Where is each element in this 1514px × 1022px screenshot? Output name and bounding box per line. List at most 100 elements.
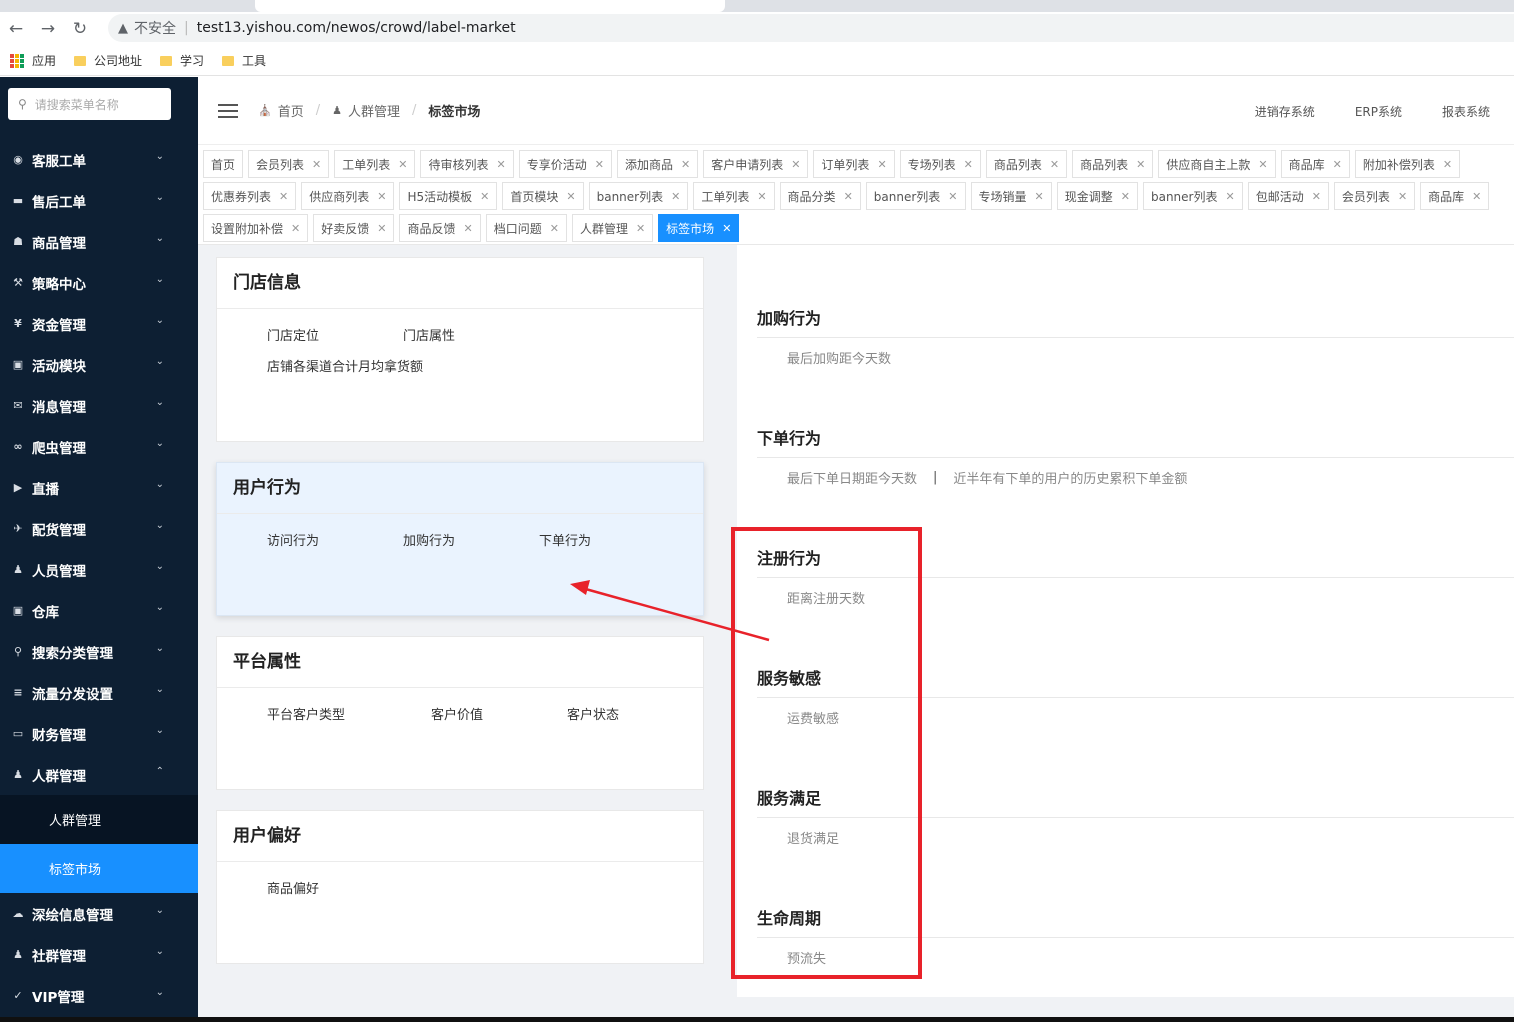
close-icon[interactable]: ✕ — [877, 158, 886, 171]
bookmark-folder[interactable]: 工具 — [222, 52, 266, 69]
close-icon[interactable]: ✕ — [279, 190, 288, 203]
sidebar-item[interactable]: ¥ 资金管理 ⌄ — [0, 303, 198, 344]
card-label-item[interactable]: 客户价值 — [431, 704, 483, 723]
close-icon[interactable]: ✕ — [1472, 190, 1481, 203]
tab-tag[interactable]: 附加补偿列表 ✕ — [1354, 150, 1461, 178]
tab-tag[interactable]: 首页 — [203, 150, 244, 178]
tab-tag[interactable]: 会员列表 ✕ — [1333, 182, 1416, 210]
close-icon[interactable]: ✕ — [636, 222, 645, 235]
close-icon[interactable]: ✕ — [312, 158, 321, 171]
sidebar-item[interactable]: ▭ 财务管理 ⌄ — [0, 713, 198, 754]
sidebar-subitem[interactable]: 人群管理 — [0, 795, 198, 844]
tab-tag[interactable]: 包邮活动 ✕ — [1247, 182, 1329, 210]
tab-tag[interactable]: 会员列表 ✕ — [248, 150, 330, 178]
sidebar-item[interactable]: ⚲ 搜索分类管理 ⌄ — [0, 631, 198, 672]
close-icon[interactable]: ✕ — [1312, 190, 1321, 203]
tab-tag[interactable]: 商品列表 ✕ — [1072, 150, 1154, 178]
system-link-erp[interactable]: ERP系统 — [1355, 103, 1402, 120]
sidebar-item[interactable]: ▶ 直播 ⌄ — [0, 467, 198, 508]
tab-tag[interactable]: 优惠券列表 ✕ — [203, 182, 297, 210]
label-value[interactable]: 最后加购距今天数 — [787, 348, 891, 367]
close-icon[interactable]: ✕ — [566, 190, 575, 203]
hamburger-icon[interactable] — [218, 100, 238, 122]
bookmark-folder[interactable]: 学习 — [160, 52, 204, 69]
tab-tag[interactable]: banner列表 ✕ — [1142, 182, 1243, 210]
close-icon[interactable]: ✕ — [398, 158, 407, 171]
tab-tag[interactable]: banner列表 ✕ — [865, 182, 966, 210]
system-link-inventory[interactable]: 进销存系统 — [1255, 103, 1315, 120]
sidebar-item[interactable]: ♟ 人群管理 ⌃ — [0, 754, 198, 795]
active-browser-tab[interactable] — [255, 0, 725, 12]
tab-tag[interactable]: 现金调整 ✕ — [1056, 182, 1138, 210]
tab-tag[interactable]: 供应商列表 ✕ — [301, 182, 395, 210]
back-icon[interactable]: ← — [0, 19, 32, 39]
card-label-item[interactable]: 平台客户类型 — [267, 704, 345, 723]
tab-tag[interactable]: 设置附加补偿 ✕ — [203, 214, 309, 242]
tab-tag[interactable]: 供应商自主上款 ✕ — [1158, 150, 1276, 178]
label-value[interactable]: 近半年有下单的用户的历史累积下单金额 — [953, 468, 1187, 487]
sidebar-subitem[interactable]: 标签市场 — [0, 844, 198, 893]
sidebar-item[interactable]: ⚒ 策略中心 ⌄ — [0, 262, 198, 303]
close-icon[interactable]: ✕ — [671, 190, 680, 203]
bookmark-apps[interactable]: 应用 — [10, 52, 56, 69]
close-icon[interactable]: ✕ — [964, 158, 973, 171]
close-icon[interactable]: ✕ — [1443, 158, 1452, 171]
url-field[interactable]: ▲ 不安全 | test13.yishou.com/newos/crowd/la… — [108, 14, 1514, 42]
close-icon[interactable]: ✕ — [1035, 190, 1044, 203]
tab-tag[interactable]: 工单列表 ✕ — [334, 150, 416, 178]
sidebar-item[interactable]: ◉ 客服工单 ⌄ — [0, 139, 198, 180]
tab-tag-active[interactable]: 标签市场 ✕ — [658, 214, 740, 242]
card-label-item[interactable]: 商品偏好 — [267, 878, 319, 897]
close-icon[interactable]: ✕ — [1225, 190, 1234, 203]
sidebar-item[interactable]: ▬ 售后工单 ⌄ — [0, 180, 198, 221]
sidebar-item[interactable]: ∞ 爬虫管理 ⌄ — [0, 426, 198, 467]
sidebar-item[interactable]: ♟ 人员管理 ⌄ — [0, 549, 198, 590]
card-label-item[interactable]: 加购行为 — [403, 530, 455, 549]
close-icon[interactable]: ✕ — [377, 222, 386, 235]
reload-icon[interactable]: ↻ — [64, 19, 96, 39]
bookmark-folder[interactable]: 公司地址 — [74, 52, 142, 69]
breadcrumb-crowd[interactable]: ♟ 人群管理 — [332, 101, 400, 120]
card-label-item[interactable]: 下单行为 — [539, 530, 591, 549]
sidebar-item[interactable]: ✈ 配货管理 ⌄ — [0, 508, 198, 549]
tab-tag[interactable]: 添加商品 ✕ — [616, 150, 699, 178]
card-label-item[interactable]: 门店属性 — [403, 325, 455, 344]
close-icon[interactable]: ✕ — [480, 190, 489, 203]
tab-tag[interactable]: 商品列表 ✕ — [985, 150, 1068, 178]
close-icon[interactable]: ✕ — [844, 190, 853, 203]
system-link-reports[interactable]: 报表系统 — [1442, 103, 1490, 120]
tab-tag[interactable]: 好卖反馈 ✕ — [313, 214, 395, 242]
close-icon[interactable]: ✕ — [463, 222, 472, 235]
tab-tag[interactable]: 商品库 ✕ — [1280, 150, 1350, 178]
card-label-item[interactable]: 客户状态 — [567, 704, 619, 723]
tab-tag[interactable]: 专场列表 ✕ — [899, 150, 981, 178]
tab-tag[interactable]: 专享价活动 ✕ — [518, 150, 612, 178]
close-icon[interactable]: ✕ — [1121, 190, 1130, 203]
sidebar-item[interactable]: ≡ 流量分发设置 ⌄ — [0, 672, 198, 713]
close-icon[interactable]: ✕ — [722, 222, 731, 235]
close-icon[interactable]: ✕ — [291, 222, 300, 235]
close-icon[interactable]: ✕ — [681, 158, 690, 171]
tab-tag[interactable]: banner列表 ✕ — [588, 182, 689, 210]
close-icon[interactable]: ✕ — [1050, 158, 1059, 171]
forward-icon[interactable]: → — [32, 19, 64, 39]
tab-tag[interactable]: 订单列表 ✕ — [813, 150, 895, 178]
tab-tag[interactable]: 工单列表 ✕ — [693, 182, 775, 210]
close-icon[interactable]: ✕ — [550, 222, 559, 235]
card-label-item[interactable]: 门店定位 — [267, 325, 319, 344]
card-label-item[interactable]: 访问行为 — [267, 530, 319, 549]
card-label-item[interactable]: 店铺各渠道合计月均拿货额 — [267, 356, 423, 375]
tab-tag[interactable]: 专场销量 ✕ — [970, 182, 1052, 210]
close-icon[interactable]: ✕ — [377, 190, 386, 203]
tab-tag[interactable]: 商品分类 ✕ — [779, 182, 861, 210]
tab-tag[interactable]: 客户申请列表 ✕ — [703, 150, 809, 178]
close-icon[interactable]: ✕ — [1258, 158, 1267, 171]
close-icon[interactable]: ✕ — [948, 190, 957, 203]
tab-tag[interactable]: H5活动模板 ✕ — [399, 182, 498, 210]
tab-tag[interactable]: 待审核列表 ✕ — [420, 150, 514, 178]
close-icon[interactable]: ✕ — [497, 158, 506, 171]
tab-tag[interactable]: 商品反馈 ✕ — [399, 214, 481, 242]
close-icon[interactable]: ✕ — [1333, 158, 1342, 171]
tab-tag[interactable]: 人群管理 ✕ — [571, 214, 654, 242]
tab-tag[interactable]: 档口问题 ✕ — [485, 214, 567, 242]
